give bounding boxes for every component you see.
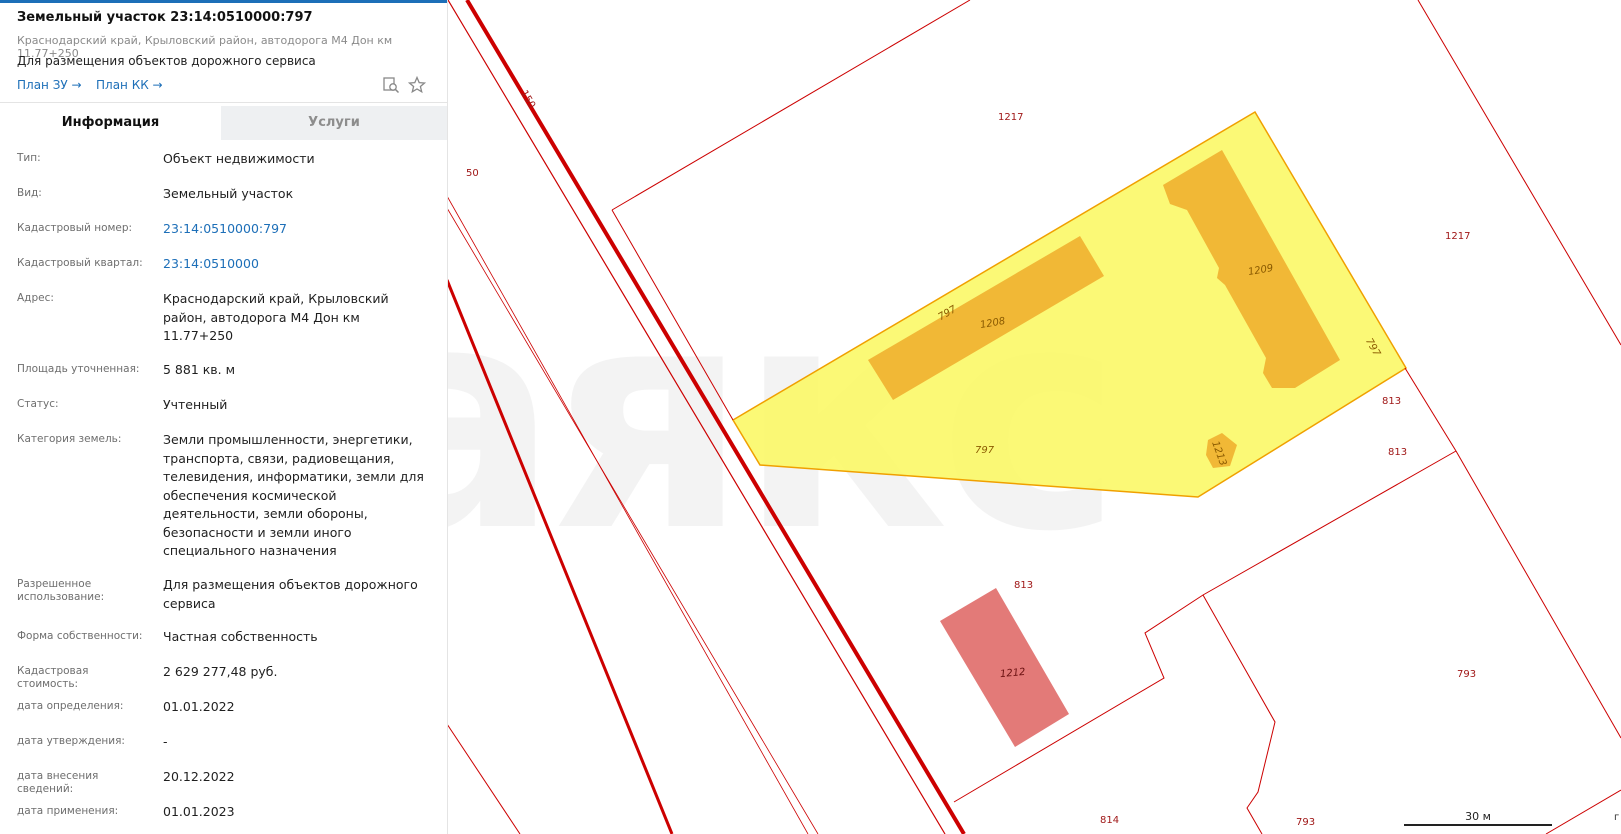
property-row: Тип: Объект недвижимости [0,146,447,181]
page-title: Земельный участок 23:14:0510000:797 [17,10,313,25]
edge-label: г [1614,812,1620,823]
property-value: Земли промышленности, энергетики, трансп… [163,432,424,558]
property-value: 01.01.2023 [163,804,235,819]
scale-label: 30 м [1465,810,1491,823]
property-row: дата утверждения: - [0,729,447,764]
parcel-label: 1217 [1445,231,1471,242]
property-key: Кадастровый квартал: [17,257,143,269]
property-key: Статус: [17,398,59,410]
parcel-label: 50 [466,168,479,179]
object-purpose: Для размещения объектов дорожного сервис… [17,54,316,68]
star-icon[interactable] [407,75,427,94]
plan-kk-link[interactable]: План КК → [96,78,163,92]
property-key: Разрешенное использование: [17,578,105,603]
property-value: Объект недвижимости [163,151,315,166]
property-row: дата применения: 01.01.2023 [0,799,447,834]
property-value: Краснодарский край, Крыловский район, ав… [163,291,389,343]
property-value: Для размещения объектов дорожного сервис… [163,577,418,611]
property-row: Адрес: Краснодарский край, Крыловский ра… [0,286,447,357]
property-key: Адрес: [17,292,54,304]
tab-services[interactable]: Услуги [221,106,447,140]
property-key: дата внесения сведений: [17,770,99,795]
info-panel: Земельный участок 23:14:0510000:797 Крас… [0,0,448,834]
tab-info[interactable]: Информация [0,106,221,140]
parcel-label: 813 [1014,580,1034,591]
parcel-label: 797 [975,445,995,456]
property-value: 20.12.2022 [163,769,235,784]
parcel-label: 793 [1457,669,1477,680]
parcel-label: 793 [1296,817,1316,828]
property-row: Вид: Земельный участок [0,181,447,216]
property-value: 5 881 кв. м [163,362,236,377]
property-key: дата утверждения: [17,735,125,747]
parcel-label: 813 [1382,396,1402,407]
building-label: 1212 [999,666,1026,681]
building-1212 [940,588,1069,747]
property-key: Форма собственности: [17,630,143,642]
property-key: Вид: [17,187,42,199]
property-value: 2 629 277,48 руб. [163,664,278,679]
search-document-icon[interactable] [382,76,400,94]
cadastral-number-link[interactable]: 23:14:0510000:797 [163,216,429,239]
property-row: дата внесения сведений: 20.12.2022 [0,764,447,799]
cadastral-quarter-link[interactable]: 23:14:0510000 [163,251,429,274]
property-value: Частная собственность [163,629,318,644]
property-value: - [163,734,168,749]
scale-bar: 30 м [1404,810,1552,826]
property-row: Форма собственности: Частная собственнос… [0,624,447,659]
property-key: дата применения: [17,805,119,817]
property-row: Статус: Учтенный [0,392,447,427]
property-key: Тип: [17,152,41,164]
panel-top-accent [0,0,447,3]
parcel-label: 1217 [998,112,1024,123]
parcel-label: 813 [1388,447,1408,458]
property-value: Земельный участок [163,186,294,201]
property-key: Кадастровая стоимость: [17,665,89,690]
property-key: дата определения: [17,700,124,712]
property-row: Категория земель: Земли промышленности, … [0,427,447,572]
property-row: Кадастровый номер: 23:14:0510000:797 [0,216,447,251]
header-divider [0,102,447,103]
property-key: Площадь уточненная: [17,363,140,375]
properties-list: Тип: Объект недвижимости Вид: Земельный … [0,146,447,834]
property-value: 01.01.2022 [163,699,235,714]
property-row: Разрешенное использование: Для размещени… [0,572,447,624]
property-row: Площадь уточненная: 5 881 кв. м [0,357,447,392]
parcel-label: 814 [1100,815,1120,826]
property-row: Кадастровая стоимость: 2 629 277,48 руб. [0,659,447,694]
property-value: Учтенный [163,397,228,412]
property-row: Кадастровый квартал: 23:14:0510000 [0,251,447,286]
plan-zu-link[interactable]: План ЗУ → [17,78,82,92]
scale-line [1404,824,1552,826]
property-key: Кадастровый номер: [17,222,133,234]
property-key: Категория земель: [17,433,122,445]
property-row: дата определения: 01.01.2022 [0,694,447,729]
